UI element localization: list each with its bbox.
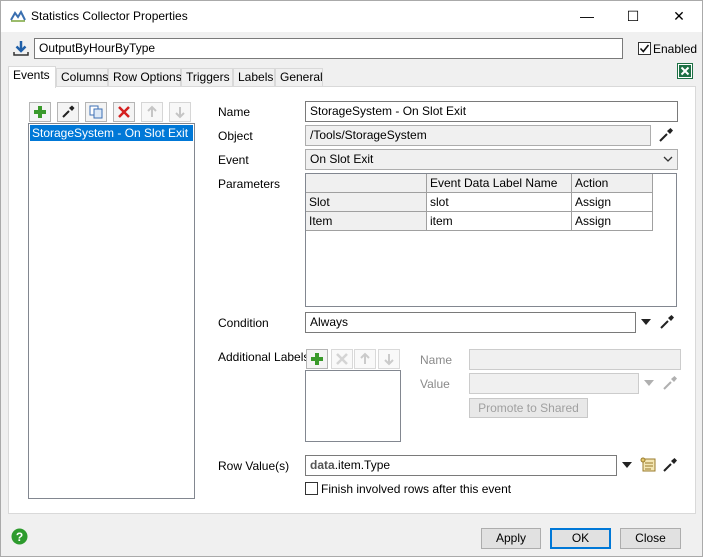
add-icon — [311, 353, 323, 365]
minimize-button[interactable]: — — [564, 1, 610, 32]
sample-event-button[interactable] — [57, 102, 79, 122]
additional-labels-list[interactable] — [305, 370, 401, 442]
move-down-button[interactable] — [169, 102, 191, 122]
list-item[interactable]: StorageSystem - On Slot Exit — [30, 125, 193, 141]
delete-icon — [118, 106, 130, 118]
tab-columns[interactable]: Columns — [56, 68, 108, 87]
maximize-icon: ☐ — [626, 8, 640, 24]
chevron-down-icon — [663, 156, 673, 162]
label-name-label: Name — [420, 353, 453, 367]
enabled-checkbox[interactable] — [638, 42, 651, 55]
object-label: Object — [218, 129, 253, 143]
promote-to-shared-button[interactable]: Promote to Shared — [469, 398, 588, 418]
ok-button[interactable]: OK — [550, 528, 611, 549]
tab-row-options-label: Row Options — [113, 70, 182, 84]
move-down-icon — [175, 107, 185, 119]
delete-icon — [336, 353, 348, 365]
delete-event-button[interactable] — [113, 102, 135, 122]
maximize-button[interactable]: ☐ — [610, 1, 656, 32]
condition-dropdown-icon[interactable] — [641, 319, 651, 326]
event-select-value: On Slot Exit — [310, 152, 374, 166]
condition-label: Condition — [218, 316, 269, 330]
window-title: Statistics Collector Properties — [31, 9, 188, 23]
app-logo-icon — [10, 10, 26, 22]
eyedropper-icon[interactable] — [662, 375, 678, 391]
value-dropdown-icon[interactable] — [644, 380, 654, 387]
script-editor-icon[interactable] — [640, 457, 658, 473]
move-down-icon — [384, 354, 394, 366]
table-cell-action[interactable]: Assign — [572, 212, 653, 231]
events-list[interactable]: StorageSystem - On Slot Exit — [28, 123, 195, 499]
eyedropper-icon — [62, 105, 75, 118]
add-label-button[interactable] — [306, 349, 328, 369]
tab-triggers-label: Triggers — [186, 70, 230, 84]
download-icon[interactable] — [13, 40, 29, 57]
label-value-label: Value — [420, 377, 450, 391]
collector-name-input[interactable]: OutputByHourByType — [34, 38, 623, 59]
eyedropper-icon[interactable] — [658, 127, 674, 143]
tab-labels[interactable]: Labels — [233, 68, 275, 87]
add-icon — [34, 106, 46, 118]
additional-labels-label: Additional Labels — [218, 350, 310, 364]
svg-text:?: ? — [16, 530, 23, 544]
properties-window: Statistics Collector Properties — ☐ ✕ Ou… — [0, 0, 703, 557]
close-icon: ✕ — [673, 8, 685, 24]
minimize-icon: — — [580, 8, 594, 24]
label-move-up-button[interactable] — [354, 349, 376, 369]
row-values-dropdown-icon[interactable] — [622, 462, 632, 469]
label-move-down-button[interactable] — [378, 349, 400, 369]
move-up-button[interactable] — [141, 102, 163, 122]
duplicate-event-button[interactable] — [85, 102, 107, 122]
table-row-header: Slot — [306, 193, 427, 212]
tab-columns-label: Columns — [61, 70, 109, 84]
parameters-label: Parameters — [218, 177, 281, 191]
table-header-action: Action — [572, 174, 653, 193]
table-cell-label-name[interactable]: item — [427, 212, 572, 231]
row-values-suffix: .item.Type — [334, 458, 391, 472]
object-field[interactable]: /Tools/StorageSystem — [305, 125, 651, 146]
tab-events[interactable]: Events — [8, 66, 56, 88]
tab-row-options[interactable]: Row Options — [108, 68, 182, 87]
add-event-button[interactable] — [29, 102, 51, 122]
tab-general-label: General — [280, 70, 323, 84]
row-values-label: Row Value(s) — [218, 459, 290, 473]
label-name-input[interactable] — [469, 349, 681, 370]
finish-rows-label: Finish involved rows after this event — [321, 482, 512, 496]
event-name-input[interactable]: StorageSystem - On Slot Exit — [305, 101, 678, 122]
checkmark-icon — [639, 44, 650, 53]
title-bar: Statistics Collector Properties — ☐ ✕ — [1, 1, 702, 32]
enabled-label: Enabled — [653, 42, 698, 56]
tab-labels-label: Labels — [238, 70, 274, 84]
finish-rows-checkbox[interactable] — [305, 482, 318, 495]
tab-events-label: Events — [13, 68, 50, 82]
table-header-param — [306, 174, 427, 193]
row-values-input[interactable]: data.item.Type — [305, 455, 617, 476]
label-value-input[interactable] — [469, 373, 639, 394]
apply-button[interactable]: Apply — [481, 528, 541, 549]
table-row-header: Item — [306, 212, 427, 231]
move-up-icon — [147, 105, 157, 117]
table-cell-label-name[interactable]: slot — [427, 193, 572, 212]
copy-icon — [89, 105, 103, 119]
condition-input[interactable]: Always — [305, 312, 636, 333]
excel-icon[interactable] — [677, 63, 693, 79]
tab-general[interactable]: General — [275, 68, 323, 87]
help-icon[interactable]: ? — [11, 528, 28, 545]
table-header-label-name: Event Data Label Name — [427, 174, 572, 193]
table-cell-action[interactable]: Assign — [572, 193, 653, 212]
tab-triggers[interactable]: Triggers — [181, 68, 233, 87]
eyedropper-icon[interactable] — [659, 314, 675, 330]
event-label: Event — [218, 153, 249, 167]
row-values-prefix: data — [310, 458, 335, 472]
move-up-icon — [360, 352, 370, 364]
parameters-table: Event Data Label Name Action Slot slot A… — [305, 173, 677, 307]
close-window-button[interactable]: ✕ — [656, 1, 702, 32]
eyedropper-icon[interactable] — [662, 457, 678, 473]
delete-label-button[interactable] — [331, 349, 353, 369]
close-button[interactable]: Close — [620, 528, 681, 549]
name-label: Name — [218, 105, 251, 119]
event-select[interactable]: On Slot Exit — [305, 149, 678, 170]
